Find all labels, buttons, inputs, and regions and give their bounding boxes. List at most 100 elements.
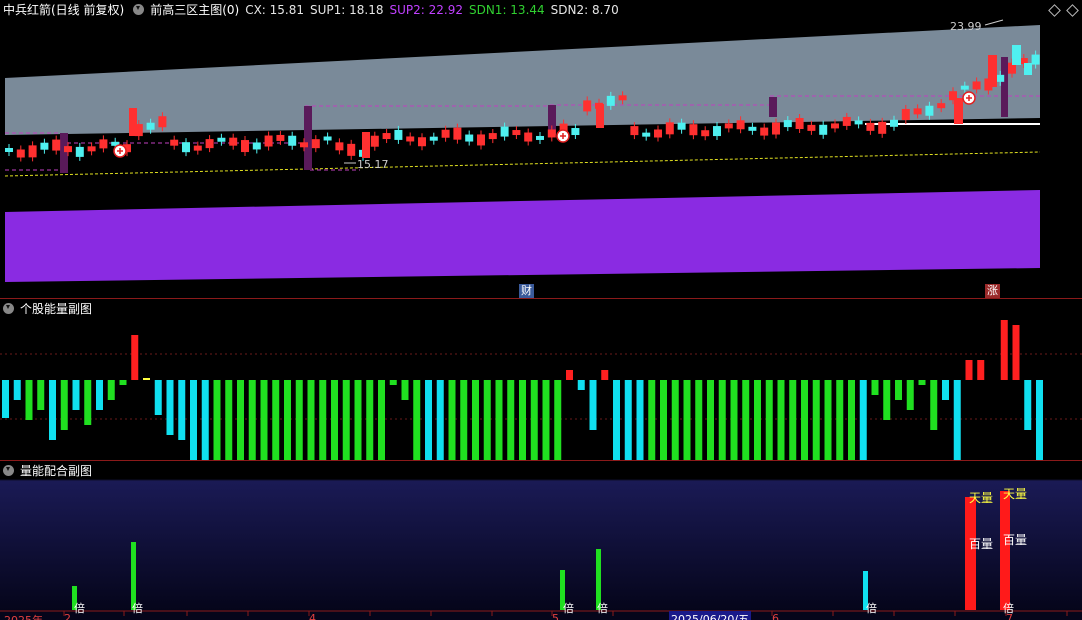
energy-bar — [601, 370, 609, 380]
arrow-line — [984, 19, 1004, 26]
volume-subchart-panel[interactable]: 量能配合副图 天量 天量 百量 百量 倍 倍 倍 倍 倍 倍 2025年 2 4… — [0, 460, 1082, 620]
energy-bar — [389, 380, 397, 385]
energy-bar — [765, 380, 773, 460]
candle — [193, 145, 202, 151]
candle — [394, 129, 403, 140]
candle — [129, 108, 137, 136]
candle — [75, 146, 84, 157]
candle — [713, 126, 721, 137]
candle — [960, 85, 969, 90]
energy-bar — [1024, 380, 1032, 430]
candle — [5, 148, 13, 152]
candle — [760, 127, 769, 136]
candle — [937, 103, 946, 109]
bei-label: 倍 — [597, 602, 608, 615]
candle — [182, 142, 190, 153]
bei-label: 倍 — [563, 602, 574, 615]
candle — [536, 135, 544, 140]
bei-label: 倍 — [74, 602, 85, 615]
energy-bar — [554, 380, 562, 460]
energy-bar — [977, 360, 985, 380]
candle — [807, 124, 816, 131]
energy-bar — [871, 380, 879, 395]
candle — [52, 139, 61, 151]
energy-bar — [272, 380, 280, 460]
candle — [441, 129, 450, 138]
candle — [252, 142, 261, 150]
energy-bar — [166, 380, 174, 435]
candle — [913, 108, 922, 115]
energy-bar — [613, 380, 620, 460]
energy-bar — [519, 380, 526, 460]
limit-up-marker[interactable]: 涨 — [985, 284, 1000, 298]
energy-bar — [366, 380, 374, 460]
energy-bar — [154, 380, 162, 415]
candle — [1031, 54, 1040, 65]
candle — [276, 134, 285, 141]
energy-bar — [1000, 320, 1008, 380]
energy-bar — [60, 380, 68, 430]
candle — [158, 116, 167, 128]
candle — [724, 123, 733, 129]
energy-bar — [777, 380, 785, 460]
candle — [28, 145, 37, 158]
candle — [878, 121, 887, 134]
candle — [831, 123, 839, 129]
energy-bar — [953, 380, 961, 460]
energy-bar — [96, 380, 103, 410]
energy-bar — [378, 380, 385, 460]
lower-band — [5, 190, 1040, 282]
candle — [748, 126, 757, 131]
bailiang-label: 百量 — [1003, 533, 1028, 547]
energy-bar — [671, 380, 679, 460]
energy-bar — [107, 380, 115, 400]
energy-bar — [190, 380, 197, 460]
energy-bar — [354, 380, 362, 460]
energy-bar — [930, 380, 938, 430]
energy-bar — [754, 380, 761, 460]
energy-bar — [883, 380, 891, 420]
energy-bar-chart — [0, 320, 1082, 460]
energy-bar — [131, 335, 139, 380]
main-chart-panel[interactable]: 中兵红箭(日线 前复权) 前高三区主图(0) CX: 15.81 SUP1: 1… — [0, 0, 1082, 298]
bei-label: 倍 — [866, 602, 877, 615]
candle — [689, 124, 698, 136]
energy-bar — [248, 380, 256, 460]
energy-bar — [284, 380, 291, 460]
candle — [146, 122, 155, 130]
candle — [465, 134, 474, 142]
candle — [866, 122, 875, 131]
energy-bar — [143, 378, 150, 380]
volume-bar — [1000, 491, 1010, 610]
high-price-label: 23.99 — [950, 20, 982, 33]
candle — [583, 100, 592, 112]
candle — [362, 132, 370, 158]
candle — [382, 133, 391, 140]
energy-bar — [319, 380, 327, 460]
energy-bar — [942, 380, 949, 400]
energy-bar — [730, 380, 738, 460]
marker-bar — [769, 97, 777, 117]
earnings-marker[interactable]: 财 — [519, 284, 534, 298]
candle — [512, 130, 521, 136]
candle — [988, 55, 997, 87]
candle — [40, 142, 49, 150]
candle — [323, 136, 332, 141]
bei-label: 倍 — [132, 602, 143, 615]
energy-bar — [472, 380, 479, 460]
energy-bar — [683, 380, 691, 460]
energy-bar — [425, 380, 432, 460]
candle — [429, 136, 438, 141]
candle — [64, 146, 72, 153]
candle — [701, 130, 710, 137]
energy-bar — [1036, 380, 1043, 460]
candle — [99, 139, 108, 149]
energy-bar — [965, 360, 973, 380]
tianliang-label: 天量 — [1003, 487, 1028, 501]
energy-bar — [589, 380, 597, 430]
energy-bar — [119, 380, 127, 385]
energy-subchart-panel[interactable]: 个股能量副图 — [0, 298, 1082, 461]
energy-bar — [812, 380, 820, 460]
energy-bar — [789, 380, 797, 460]
energy-bar — [906, 380, 914, 410]
